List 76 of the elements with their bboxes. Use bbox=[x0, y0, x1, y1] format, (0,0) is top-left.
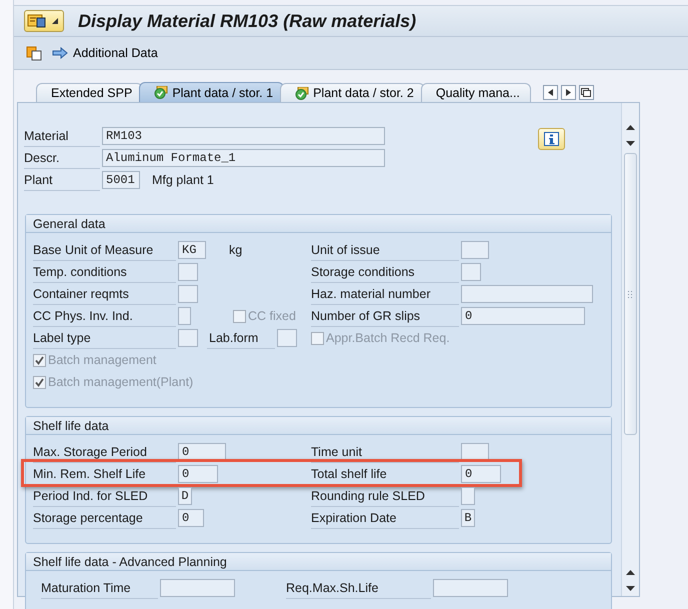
field-label: Descr. bbox=[24, 147, 100, 169]
input-field[interactable] bbox=[178, 285, 198, 303]
input-field[interactable]: 5001 bbox=[102, 171, 140, 189]
group-title: Shelf life data - Advanced Planning bbox=[26, 553, 611, 571]
input-field[interactable]: KG bbox=[178, 241, 206, 259]
input-field[interactable] bbox=[461, 285, 593, 303]
field-label: Period Ind. for SLED bbox=[33, 485, 176, 507]
field-label: Number of GR slips bbox=[311, 305, 459, 327]
field-label: Storage percentage bbox=[33, 507, 176, 529]
info-button[interactable] bbox=[538, 128, 565, 150]
info-icon bbox=[544, 132, 559, 146]
field-label: Unit of issue bbox=[311, 239, 459, 261]
input-field[interactable]: 0 bbox=[178, 509, 204, 527]
corner-arrow-icon bbox=[52, 18, 58, 24]
input-field[interactable] bbox=[277, 329, 297, 347]
field-label: Label type bbox=[33, 327, 176, 349]
field-label: Max. Storage Period bbox=[33, 441, 176, 463]
input-field[interactable]: B bbox=[461, 509, 475, 527]
input-field[interactable]: 0 bbox=[178, 465, 218, 483]
grip-icon bbox=[628, 290, 633, 298]
field-label: Rounding rule SLED bbox=[311, 485, 459, 507]
field-label: Total shelf life bbox=[311, 463, 459, 485]
right-arrow-icon bbox=[566, 88, 571, 96]
input-field[interactable]: Aluminum Formate_1 bbox=[102, 149, 385, 167]
input-field[interactable]: RM103 bbox=[102, 127, 385, 145]
up-arrow-icon bbox=[626, 124, 635, 130]
check-icon bbox=[295, 86, 310, 100]
field-label: Expiration Date bbox=[311, 507, 459, 529]
field-label: Storage conditions bbox=[311, 261, 459, 283]
group-title: General data bbox=[26, 215, 611, 233]
input-field[interactable]: D bbox=[178, 487, 192, 505]
check-icon bbox=[154, 86, 168, 99]
checkmark-icon bbox=[35, 378, 44, 386]
previous-tab-button[interactable] bbox=[542, 84, 558, 100]
field-label: Lab.form bbox=[207, 327, 275, 349]
input-field[interactable] bbox=[178, 329, 198, 347]
up-arrow-icon bbox=[626, 570, 635, 574]
field-label: Plant bbox=[24, 169, 100, 191]
input-field[interactable] bbox=[178, 263, 198, 281]
left-arrow-icon bbox=[548, 88, 553, 96]
group-title: Shelf life data bbox=[26, 417, 611, 435]
tab[interactable]: Plant data / stor. 2 bbox=[280, 83, 425, 102]
input-field[interactable]: 0 bbox=[461, 307, 585, 325]
input-field[interactable] bbox=[160, 579, 235, 597]
input-field[interactable] bbox=[461, 241, 489, 259]
menu-button[interactable] bbox=[24, 10, 64, 32]
input-field[interactable] bbox=[461, 487, 475, 505]
field-label: Temp. conditions bbox=[33, 261, 176, 283]
field-label: Req.Max.Sh.Life bbox=[286, 577, 431, 599]
checkmark-icon bbox=[35, 356, 44, 364]
field-label: Material bbox=[24, 125, 100, 147]
field-label: Haz. material number bbox=[311, 283, 459, 305]
input-field[interactable]: 0 bbox=[461, 465, 501, 483]
tab-list-button[interactable] bbox=[578, 84, 594, 100]
field-label: Time unit bbox=[311, 441, 459, 463]
plant-name: Mfg plant 1 bbox=[151, 173, 215, 187]
unit-text: kg bbox=[228, 243, 242, 257]
tab[interactable]: Quality mana... bbox=[420, 83, 531, 102]
next-tab-button[interactable] bbox=[560, 84, 576, 100]
field-label: Base Unit of Measure bbox=[33, 239, 176, 261]
copy-icon[interactable] bbox=[26, 45, 42, 61]
scrollbar-thumb[interactable] bbox=[624, 153, 637, 435]
field-label: Min. Rem. Shelf Life bbox=[33, 463, 176, 485]
field-label: Maturation Time bbox=[41, 577, 158, 599]
arrow-icon bbox=[52, 47, 68, 59]
windows-icon bbox=[581, 88, 592, 96]
additional-data-button[interactable]: Additional Data bbox=[52, 46, 158, 60]
down-arrow-icon bbox=[626, 140, 635, 146]
input-field[interactable] bbox=[178, 307, 191, 325]
tab[interactable]: Plant data / stor. 1 bbox=[139, 82, 284, 102]
field-label: CC Phys. Inv. Ind. bbox=[33, 305, 176, 327]
input-field[interactable] bbox=[461, 263, 481, 281]
field-label: Container reqmts bbox=[33, 283, 176, 305]
down-arrow-icon bbox=[626, 586, 635, 590]
window-title: Display Material RM103 (Raw materials) bbox=[78, 10, 416, 32]
input-field[interactable] bbox=[433, 579, 508, 597]
